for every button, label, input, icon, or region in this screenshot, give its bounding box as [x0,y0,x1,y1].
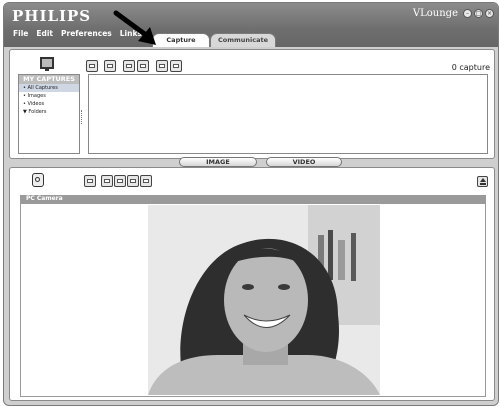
effects-icon[interactable] [140,175,152,187]
resize-handle[interactable] [81,110,84,124]
webcam-icon[interactable] [32,173,44,187]
settings-icon[interactable] [127,175,139,187]
sidebar-item-videos[interactable]: • Videos [19,100,79,108]
minimize-icon[interactable]: – [463,9,472,18]
video-toggle-button[interactable]: VIDEO [266,157,342,167]
capture-library: 0 capture MY CAPTURES • All Captures • I… [9,49,495,159]
vlounge-window: PHILIPS File Edit Preferences Links VLou… [3,2,499,406]
sidebar-item-images[interactable]: • Images [19,92,79,100]
export-icon[interactable] [156,60,168,72]
close-icon[interactable]: × [485,9,494,18]
maximize-icon[interactable]: □ [474,9,483,18]
slideshow-icon[interactable] [104,60,116,72]
brand-logo: PHILIPS [12,7,92,25]
image-toggle-button[interactable]: IMAGE [179,157,257,167]
sidebar-item-folders[interactable]: ▼ Folders [19,108,79,116]
app-name: VLounge [412,8,458,19]
record-icon[interactable] [101,175,113,187]
delete-icon[interactable] [170,60,182,72]
menu-preferences[interactable]: Preferences [61,29,112,38]
captures-panel [88,74,488,154]
camera-view [20,203,486,397]
view-icon[interactable] [86,60,98,72]
menu-edit[interactable]: Edit [36,29,53,38]
capture-count: 0 capture [451,63,490,72]
snapshot-icon[interactable] [84,175,96,187]
window-controls: – □ × [463,9,494,18]
sidebar-item-all-captures[interactable]: • All Captures [19,84,79,92]
tab-communicate[interactable]: Communicate [210,33,276,47]
pointer-arrow-icon [113,10,156,45]
print-icon[interactable] [137,60,149,72]
monitor-icon[interactable] [40,57,54,71]
zoom-icon[interactable] [114,175,126,187]
email-icon[interactable] [123,60,135,72]
title-bar: PHILIPS File Edit Preferences Links VLou… [4,3,498,47]
camera-preview-image [148,205,380,395]
menu-file[interactable]: File [13,29,28,38]
camera-area: PC Camera [9,167,495,401]
sidebar-title: MY CAPTURES [19,75,79,84]
eject-icon[interactable] [477,176,488,187]
camera-header: PC Camera [20,195,486,203]
my-captures-panel: MY CAPTURES • All Captures • Images • Vi… [18,74,80,154]
